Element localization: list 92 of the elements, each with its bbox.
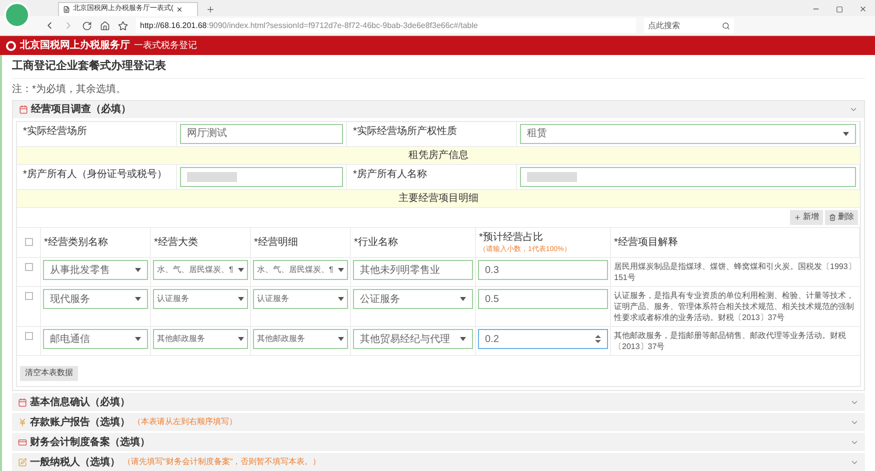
- select-field[interactable]: 其他邮政服务: [253, 329, 348, 349]
- plus-icon: [794, 214, 801, 220]
- section-title: 一般纳税人（选填）: [30, 456, 120, 470]
- card-icon: [18, 438, 27, 446]
- accordion-header[interactable]: 存款账户报告（选填） （本表请从左到右顺序填写）: [12, 413, 865, 431]
- search-icon: [722, 22, 730, 30]
- site-subtitle: 一表式税务登记: [134, 38, 197, 52]
- column-header: *预计经营占比: [479, 230, 543, 244]
- home-icon[interactable]: [100, 20, 110, 30]
- table-cell: 居民用煤炭制品是指煤球、煤饼、蜂窝煤和引火炭。国税发〔1993〕151号: [611, 258, 860, 287]
- tax-emblem-icon: [6, 40, 16, 50]
- redacted-block: [187, 172, 237, 182]
- browser-logo[interactable]: [4, 2, 30, 28]
- calendar-icon: [19, 104, 28, 114]
- input-field[interactable]: [520, 166, 856, 186]
- select-field[interactable]: 其他邮政服务: [153, 329, 248, 349]
- checkbox[interactable]: [24, 332, 32, 340]
- section-title: 存款账户报告（选填）: [30, 415, 130, 430]
- new-tab-icon[interactable]: [206, 5, 215, 14]
- reload-icon[interactable]: [82, 20, 92, 30]
- site-title: 北京国税网上办税服务厅: [20, 38, 130, 53]
- spinner-icon[interactable]: [595, 335, 601, 343]
- form-note: 注：*为必填，其余选填。: [12, 82, 127, 96]
- caret-icon: [135, 337, 141, 341]
- caret-icon: [338, 297, 344, 301]
- select-field[interactable]: 认证服务: [253, 289, 348, 309]
- select-field[interactable]: 水、气、居民煤炭、¶: [153, 260, 248, 280]
- yen-icon: [18, 418, 27, 426]
- select-field[interactable]: 从事批发零售: [43, 260, 148, 280]
- input-field[interactable]: 0.5: [478, 289, 608, 309]
- select-field[interactable]: 水、气、居民煤炭、¶: [253, 260, 348, 280]
- table-cell: 认证服务，是指具有专业资质的单位利用检测、检验、计量等技术，证明产品、服务、管理体系符合相关技术规范、相关技术规范的强制性要求或者标准的业务活动。财税〔2013〕37号: [611, 287, 860, 327]
- section-band: 主要经营项目明细: [17, 190, 860, 208]
- accordion-header[interactable]: 基本信息确认（必填）: [12, 393, 865, 411]
- caret-icon: [460, 297, 466, 301]
- select-field[interactable]: 公证服务: [353, 289, 473, 309]
- section-title: 基本信息确认（必填）: [30, 396, 130, 410]
- trash-icon: [829, 214, 836, 220]
- caret-icon: [843, 132, 849, 136]
- caret-icon: [135, 297, 141, 301]
- input-field[interactable]: 其他未列明零售业: [353, 260, 473, 280]
- input-field[interactable]: 0.2: [478, 329, 608, 349]
- select-field[interactable]: 其他贸易经纪与代理: [353, 329, 473, 349]
- field-label: *房产所有人名称: [347, 164, 517, 188]
- caret-icon: [135, 268, 141, 272]
- caret-icon: [338, 268, 344, 272]
- select-field[interactable]: 邮电通信: [43, 329, 148, 349]
- page-icon: [63, 6, 70, 13]
- select-field[interactable]: 现代服务: [43, 289, 148, 309]
- input-field[interactable]: 网厅测试: [180, 124, 343, 144]
- address-field[interactable]: http://68.16.201.68:9090/index.html?sessionId=f9712d7e-8f72-46bc-9bab-3de6e8f3e66c#/table: [136, 18, 636, 33]
- column-header: *经营项目解释: [614, 236, 678, 250]
- delete-button[interactable]: 删除: [825, 210, 858, 224]
- search-field[interactable]: 点此搜索: [644, 18, 734, 33]
- checkbox[interactable]: [24, 238, 32, 246]
- edit-icon: [18, 458, 27, 466]
- caret-icon: [338, 337, 344, 341]
- checkbox[interactable]: [24, 292, 32, 300]
- maximize-icon[interactable]: [836, 6, 843, 13]
- calendar-icon: [18, 398, 27, 406]
- column-header: *经营明细: [254, 236, 298, 250]
- field-label: *实际经营场所产权性质: [347, 122, 517, 146]
- select-field[interactable]: 认证服务: [153, 289, 248, 309]
- panel-title: 经营项目调查（必填）: [31, 102, 131, 116]
- caret-icon: [238, 268, 244, 272]
- column-header: *经营类别名称: [44, 236, 108, 250]
- bookmark-icon[interactable]: [118, 20, 128, 30]
- accordion-header[interactable]: 财务会计制度备案（选填）: [12, 433, 865, 451]
- field-label: *实际经营场所: [17, 122, 177, 146]
- close-icon[interactable]: [176, 6, 184, 13]
- input-field[interactable]: [180, 166, 343, 186]
- close-icon[interactable]: [859, 5, 867, 13]
- panel-header[interactable]: 经营项目调查（必填）: [13, 100, 864, 118]
- caret-icon: [460, 337, 466, 341]
- redacted-block: [527, 172, 577, 182]
- select-field[interactable]: 租赁: [520, 124, 856, 144]
- page-title: 工商登记企业套餐式办理登记表: [12, 55, 865, 78]
- accordion-header[interactable]: 一般纳税人（选填） （请先填写"财务会计制度备案"，否则暂不填写本表。）: [12, 453, 865, 471]
- column-header: *行业名称: [354, 236, 398, 250]
- input-field[interactable]: 0.3: [478, 260, 608, 280]
- section-band: 租凭房产信息: [17, 146, 860, 164]
- clear-button[interactable]: 清空本表数据: [20, 366, 78, 380]
- column-header: *经营大类: [154, 236, 198, 250]
- table-cell: 其他邮政服务，是指邮册等邮品销售、邮政代理等业务活动。财税〔2013〕37号: [611, 327, 860, 356]
- caret-icon: [238, 297, 244, 301]
- section-note: （请先填写"财务会计制度备案"，否则暂不填写本表。）: [123, 456, 321, 468]
- checkbox[interactable]: [24, 263, 32, 271]
- caret-icon: [238, 337, 244, 341]
- section-title: 财务会计制度备案（选填）: [30, 435, 150, 450]
- add-button[interactable]: 新增: [790, 210, 823, 224]
- field-label: *房产所有人（身份证号或税号）: [17, 164, 177, 188]
- section-note: （本表请从左到右顺序填写）: [133, 416, 237, 428]
